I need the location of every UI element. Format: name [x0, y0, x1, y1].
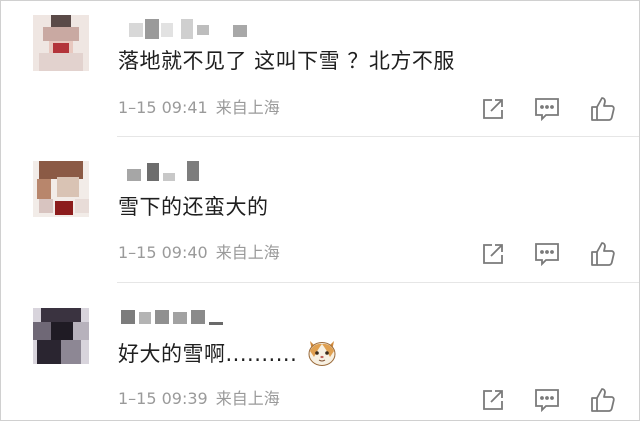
comment-icon [535, 98, 559, 121]
divider [117, 136, 639, 137]
comment-time: 1–15 09:39 [118, 389, 208, 408]
comment-text: 雪下的还蛮大的 [118, 195, 269, 219]
comment-text-content: 好大的雪啊.......... [118, 342, 298, 366]
comment-button[interactable] [533, 386, 561, 414]
comment-button[interactable] [533, 95, 561, 123]
share-icon [483, 244, 503, 264]
comment-location: 来自上海 [215, 98, 280, 117]
comment-text: 好大的雪啊.......... [118, 337, 338, 368]
like-icon [591, 97, 615, 121]
comment-list: 落地就不见了 这叫下雪 ？北方不服 1–15 09:41 来自上海 雪下的还蛮大… [0, 0, 640, 421]
comment-meta: 1–15 09:41 来自上海 [118, 98, 280, 118]
avatar[interactable] [33, 161, 89, 217]
comment-time: 1–15 09:41 [118, 98, 208, 117]
share-button[interactable] [479, 240, 507, 268]
comment-text: 落地就不见了 这叫下雪 ？北方不服 [118, 49, 455, 73]
share-button[interactable] [479, 386, 507, 414]
share-icon [483, 99, 503, 119]
comment-time: 1–15 09:40 [118, 243, 208, 262]
comment-meta: 1–15 09:40 来自上海 [118, 243, 280, 263]
avatar[interactable] [33, 308, 89, 364]
cat-face-icon [306, 337, 338, 367]
like-icon [591, 242, 615, 266]
comment-meta: 1–15 09:39 来自上海 [118, 389, 280, 409]
share-icon [483, 390, 503, 410]
comment-location: 来自上海 [215, 389, 280, 408]
comment-icon [535, 243, 559, 266]
comment-location: 来自上海 [215, 243, 280, 262]
like-button[interactable] [589, 240, 617, 268]
share-button[interactable] [479, 95, 507, 123]
avatar[interactable] [33, 15, 89, 71]
comment-button[interactable] [533, 240, 561, 268]
like-button[interactable] [589, 95, 617, 123]
like-button[interactable] [589, 386, 617, 414]
divider [117, 282, 639, 283]
like-icon [591, 388, 615, 412]
comment-icon [535, 389, 559, 412]
